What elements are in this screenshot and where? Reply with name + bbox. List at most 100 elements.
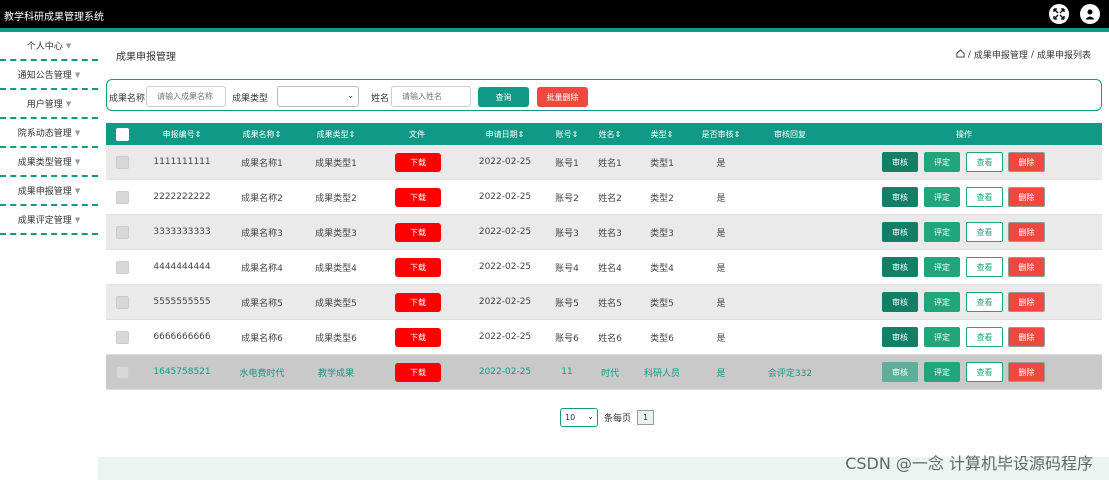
view-button[interactable]: 查看 xyxy=(966,327,1003,347)
page-number-button[interactable]: 1 xyxy=(637,410,655,425)
person-search-input[interactable] xyxy=(391,86,471,107)
cell-kind: 类型6 xyxy=(650,333,674,344)
cell-kind: 类型1 xyxy=(650,158,674,169)
col-header[interactable]: 申请日期 ⇕ xyxy=(486,123,525,145)
name-search-input[interactable] xyxy=(146,86,226,107)
row-checkbox[interactable] xyxy=(116,156,129,169)
page-title: 成果申报管理 xyxy=(116,52,176,63)
col-header[interactable]: 申报编号 ⇕ xyxy=(163,123,202,145)
caret-down-icon: ▼ xyxy=(65,41,72,50)
watermark: CSDN @一念 计算机毕设源码程序 xyxy=(845,454,1093,473)
audit-button[interactable]: 审核 xyxy=(882,257,918,277)
cell-type: 成果类型3 xyxy=(315,228,357,239)
page-size-select[interactable]: 10 ⌄ xyxy=(560,408,598,427)
download-button[interactable]: 下载 xyxy=(395,153,441,172)
row-checkbox[interactable] xyxy=(116,296,129,309)
sidebar-item-personal-center[interactable]: 个人中心 ▼ xyxy=(0,32,98,61)
audit-button[interactable]: 审核 xyxy=(882,222,918,242)
row-checkbox[interactable] xyxy=(116,331,129,344)
rate-button[interactable]: 评定 xyxy=(924,257,960,277)
view-button[interactable]: 查看 xyxy=(966,222,1003,242)
type-select[interactable]: ⌄ xyxy=(277,86,359,107)
row-checkbox[interactable] xyxy=(116,366,129,379)
cell-id: 3333333333 xyxy=(153,227,211,237)
cell-id: 1111111111 xyxy=(153,157,211,167)
cell-id: 2222222222 xyxy=(153,192,211,202)
select-all-checkbox[interactable] xyxy=(116,128,129,141)
user-avatar-icon[interactable] xyxy=(1080,4,1100,24)
audit-button[interactable]: 审核 xyxy=(882,152,918,172)
batch-delete-button[interactable]: 批量删除 xyxy=(537,87,588,107)
fullscreen-icon[interactable] xyxy=(1049,4,1069,24)
delete-button[interactable]: 删除 xyxy=(1008,187,1045,207)
download-button[interactable]: 下载 xyxy=(395,363,441,382)
row-checkbox[interactable] xyxy=(116,226,129,239)
cell-kind: 类型4 xyxy=(650,263,674,274)
cell-id: 6666666666 xyxy=(153,332,211,342)
query-button[interactable]: 查询 xyxy=(478,87,529,107)
cell-audited: 是 xyxy=(716,333,726,344)
col-header[interactable]: 是否审核 ⇕ xyxy=(702,123,741,145)
download-button[interactable]: 下载 xyxy=(395,258,441,277)
delete-button[interactable]: 删除 xyxy=(1008,257,1045,277)
cell-id: 5555555555 xyxy=(153,297,211,307)
breadcrumb-item[interactable]: 成果申报管理 xyxy=(974,48,1028,61)
cell-type: 成果类型6 xyxy=(315,333,357,344)
view-button[interactable]: 查看 xyxy=(966,362,1003,382)
col-header[interactable]: 成果名称 ⇕ xyxy=(243,123,282,145)
audit-button[interactable]: 审核 xyxy=(882,362,918,382)
sidebar-item-result-declare[interactable]: 成果申报管理 ▼ xyxy=(0,177,98,206)
cell-account: 账号4 xyxy=(555,263,579,274)
table-row: 5555555555 成果名称5 成果类型5 2022-02-25 账号5 姓名5 类型5 是… xyxy=(106,285,1102,320)
breadcrumb: / 成果申报管理 / 成果申报列表 xyxy=(956,48,1091,61)
page-size-value: 10 xyxy=(565,413,576,422)
sidebar-item-department-news[interactable]: 院系动态管理 ▼ xyxy=(0,119,98,148)
rate-button[interactable]: 评定 xyxy=(924,222,960,242)
sidebar-item-users[interactable]: 用户管理 ▼ xyxy=(0,90,98,119)
delete-button[interactable]: 删除 xyxy=(1008,327,1045,347)
view-button[interactable]: 查看 xyxy=(966,257,1003,277)
cell-type: 教学成果 xyxy=(317,368,355,379)
audit-button[interactable]: 审核 xyxy=(882,187,918,207)
cell-type: 成果类型5 xyxy=(315,298,357,309)
cell-person: 姓名5 xyxy=(598,298,622,309)
download-button[interactable]: 下载 xyxy=(395,188,441,207)
table-row: 1645758521 水电费时代 教学成果 2022-02-25 11 时代 科研人员 是 会评… xyxy=(106,355,1102,390)
rate-button[interactable]: 评定 xyxy=(924,187,960,207)
download-button[interactable]: 下载 xyxy=(395,328,441,347)
delete-button[interactable]: 删除 xyxy=(1008,292,1045,312)
cell-person: 时代 xyxy=(600,368,620,379)
sidebar-item-label: 通知公告管理 xyxy=(17,71,72,81)
home-icon[interactable] xyxy=(956,48,965,61)
cell-person: 姓名3 xyxy=(598,228,622,239)
col-header[interactable]: 类型 ⇕ xyxy=(651,123,674,145)
col-header[interactable]: 姓名 ⇕ xyxy=(599,123,622,145)
delete-button[interactable]: 删除 xyxy=(1008,362,1045,382)
rate-button[interactable]: 评定 xyxy=(924,327,960,347)
delete-button[interactable]: 删除 xyxy=(1008,222,1045,242)
rate-button[interactable]: 评定 xyxy=(924,152,960,172)
view-button[interactable]: 查看 xyxy=(966,187,1003,207)
row-checkbox[interactable] xyxy=(116,191,129,204)
view-button[interactable]: 查看 xyxy=(966,152,1003,172)
sidebar-item-result-rating[interactable]: 成果评定管理 ▼ xyxy=(0,206,98,235)
sidebar-item-result-types[interactable]: 成果类型管理 ▼ xyxy=(0,148,98,177)
view-button[interactable]: 查看 xyxy=(966,292,1003,312)
col-header[interactable]: 成果类型 ⇕ xyxy=(317,123,356,145)
cell-account: 账号1 xyxy=(555,158,579,169)
cell-name: 成果名称5 xyxy=(241,298,283,309)
sidebar-item-notices[interactable]: 通知公告管理 ▼ xyxy=(0,61,98,90)
col-header: 文件 xyxy=(409,129,425,139)
download-button[interactable]: 下载 xyxy=(395,223,441,242)
delete-button[interactable]: 删除 xyxy=(1008,152,1045,172)
col-header[interactable]: 账号 ⇕ xyxy=(556,123,579,145)
rate-button[interactable]: 评定 xyxy=(924,362,960,382)
audit-button[interactable]: 审核 xyxy=(882,327,918,347)
row-checkbox[interactable] xyxy=(116,261,129,274)
cell-type: 成果类型4 xyxy=(315,263,357,274)
cell-date: 2022-02-25 xyxy=(478,227,532,237)
rate-button[interactable]: 评定 xyxy=(924,292,960,312)
download-button[interactable]: 下载 xyxy=(395,293,441,312)
audit-button[interactable]: 审核 xyxy=(882,292,918,312)
type-label: 成果类型 xyxy=(232,94,269,104)
